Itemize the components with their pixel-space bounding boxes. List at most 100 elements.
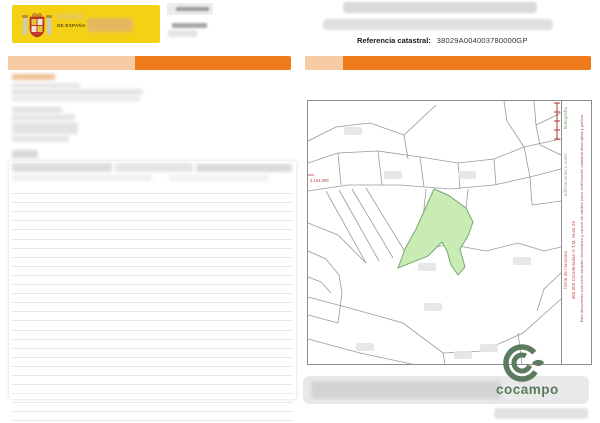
- redacted-footer-text: [311, 381, 501, 399]
- table-row: [12, 249, 293, 258]
- cadastral-document-page: DE ESPAÑA Referencia catastral: 38029A004…: [0, 0, 600, 423]
- table-row: [12, 285, 293, 294]
- redacted-table-subheader: [169, 175, 269, 181]
- table-row: [12, 340, 293, 349]
- redacted-label: [12, 150, 38, 158]
- redacted-document-title: [343, 2, 537, 13]
- redacted-date-text: [172, 23, 207, 28]
- data-table: [8, 160, 297, 400]
- table-row: [12, 267, 293, 276]
- utm-coordinates-label: 355.300 Coordenadas U.T.M. Huso 28: [571, 221, 576, 299]
- spain-government-banner: DE ESPAÑA: [12, 5, 160, 43]
- parcel-boundary: [308, 169, 561, 191]
- parcel-boundary: [308, 139, 561, 163]
- redacted-text-line: [12, 107, 62, 113]
- redacted-gobierno-text: [56, 14, 84, 19]
- parcel-boundary: [504, 101, 524, 147]
- table-row: [12, 276, 293, 285]
- parcel-boundary: [308, 293, 342, 323]
- table-row: [12, 312, 293, 321]
- table-row: [12, 185, 293, 194]
- parcel-boundary: [308, 277, 331, 293]
- highlighted-parcel: [398, 189, 473, 275]
- redacted-parcel-label: [344, 127, 362, 135]
- parcel-boundary: [366, 188, 407, 255]
- legend-entry-block-limit: límite de manzana: [563, 251, 568, 289]
- redacted-table-subheader: [12, 175, 152, 181]
- redacted-table-header: [12, 163, 112, 172]
- table-row: [12, 230, 293, 239]
- parcel-boundary: [338, 153, 341, 185]
- redacted-parcel-label: [458, 171, 476, 179]
- redacted-ministry-text: [87, 18, 133, 32]
- validity-note: Este documento sólo tiene carácter infor…: [580, 115, 584, 322]
- parcel-boundary: [308, 339, 458, 364]
- table-row: [12, 194, 293, 203]
- table-row: [12, 367, 293, 376]
- redacted-text-line: [12, 96, 140, 101]
- country-label: DE ESPAÑA: [57, 23, 86, 28]
- parcel-boundary: [536, 125, 540, 145]
- parcel-boundary: [378, 151, 382, 185]
- parcel-boundary: [537, 273, 561, 311]
- redacted-parcel-label: [356, 343, 374, 351]
- parcel-boundary: [308, 105, 436, 141]
- table-row: [12, 349, 293, 358]
- parcel-boundary: [308, 223, 366, 263]
- cadastral-map-canvas: 3.164.000: [308, 101, 561, 364]
- table-row: [12, 203, 293, 212]
- table-row: [12, 394, 293, 403]
- table-row: [12, 303, 293, 312]
- redacted-parcel-label: [513, 257, 531, 265]
- coordinate-label: 3.164.000: [310, 178, 329, 183]
- table-row: [12, 358, 293, 367]
- cocampo-wordmark: cocampo: [496, 382, 559, 397]
- cocampo-logo-icon: [500, 341, 544, 385]
- legend-entry-hydrography: hidrografía: [563, 107, 568, 129]
- cadastral-reference-label: Referencia catastral:: [357, 36, 431, 45]
- redacted-date-box: [168, 30, 197, 37]
- table-row: [12, 331, 293, 340]
- cadastral-map: 3.164.000 hidrografía edificaciones o su…: [307, 100, 592, 365]
- redacted-table-header: [196, 164, 292, 172]
- redacted-table-header: [115, 163, 193, 172]
- redacted-parcel-label: [418, 263, 436, 271]
- parcel-boundary: [420, 157, 424, 187]
- redacted-document-subtitle: [323, 19, 553, 30]
- map-legend-strip: hidrografía edificaciones o suelo límite…: [561, 101, 591, 364]
- table-row: [12, 321, 293, 330]
- redacted-text-line: [12, 135, 69, 142]
- parcel-boundary: [443, 353, 445, 364]
- parcel-boundary: [524, 147, 530, 177]
- table-row: [12, 403, 293, 412]
- redacted-bottom-bar: [494, 408, 588, 419]
- parcel-boundary: [494, 159, 496, 185]
- redacted-doc-number: [176, 7, 209, 11]
- parcel-boundary: [540, 145, 561, 155]
- table-row: [12, 294, 293, 303]
- section-bar-right-highlight: [305, 56, 343, 70]
- section-bar-right: [305, 56, 591, 70]
- redacted-parcel-label: [454, 351, 472, 359]
- redacted-parcel-label: [480, 344, 498, 352]
- table-row: [12, 240, 293, 249]
- redacted-parcel-label: [384, 171, 402, 179]
- redacted-doc-number-box: [167, 3, 213, 15]
- table-rows: [12, 185, 293, 421]
- parcel-boundary: [530, 177, 532, 205]
- cadastral-reference: Referencia catastral: 38029A004003780000G…: [357, 36, 528, 45]
- redacted-parcel-label: [424, 303, 442, 311]
- table-row: [12, 221, 293, 230]
- map-scale-bar: [554, 103, 560, 139]
- section-bar-left-highlight: [8, 56, 135, 70]
- table-row: [12, 258, 293, 267]
- redacted-text-line: [12, 83, 80, 88]
- redacted-text-block: [12, 122, 78, 134]
- legend-entry-buildings: edificaciones o suelo: [563, 153, 568, 196]
- spain-coat-of-arms-icon: [20, 9, 54, 39]
- redacted-orange-badge: [12, 74, 55, 80]
- cadastral-reference-value: 38029A004003780000GP: [437, 36, 528, 45]
- parcel-boundary: [534, 101, 536, 125]
- table-row: [12, 212, 293, 221]
- table-row: [12, 376, 293, 385]
